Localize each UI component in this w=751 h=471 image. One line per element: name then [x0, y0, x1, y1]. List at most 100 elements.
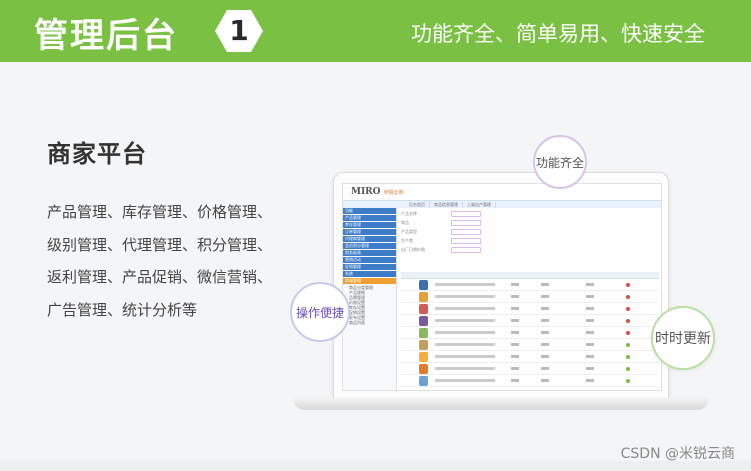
- screen-tab: 上架出产管理: [463, 201, 496, 208]
- table-cell: [541, 379, 549, 382]
- product-thumb: [419, 340, 428, 350]
- table-row: [401, 351, 659, 363]
- table-cell: [511, 319, 519, 322]
- table-cell: [511, 379, 519, 382]
- table-cell: [586, 283, 594, 286]
- screen-form-row: 产品名称: [401, 210, 659, 218]
- header-banner: 管理后台 1 功能齐全、简单易用、快速安全: [0, 0, 751, 62]
- bubble-functions: 功能齐全: [533, 135, 587, 189]
- screen-logo-sub: 米锐云商: [383, 189, 404, 196]
- table-cell: [586, 319, 594, 322]
- table-cell: [541, 343, 549, 346]
- product-thumb: [419, 376, 428, 386]
- table-row: [401, 291, 659, 303]
- table-header: [401, 272, 659, 279]
- table-cell: [511, 355, 519, 358]
- screen-sidebar-item: 营销活动: [343, 257, 396, 263]
- screen-form-label: 产品类型: [401, 229, 417, 234]
- product-name-cell: [435, 331, 495, 334]
- feature-line: 产品管理、库存管理、价格管理、: [47, 203, 273, 221]
- feature-list: 产品管理、库存管理、价格管理、 级别管理、代理管理、积分管理、 返利管理、产品促…: [47, 196, 297, 326]
- status-dot: [626, 283, 630, 287]
- bubble-operation: 操作便捷: [290, 282, 350, 342]
- screen-sidebar-item: 订单管理: [343, 229, 396, 235]
- product-name-cell: [435, 307, 495, 310]
- screen-table: [401, 272, 659, 387]
- bubble-realtime: 时时更新: [651, 306, 715, 370]
- screen-form-row: 出厂日期价格: [401, 246, 659, 254]
- table-cell: [586, 379, 594, 382]
- table-row: [401, 375, 659, 387]
- watermark: CSDN @米锐云商: [620, 446, 735, 462]
- table-cell: [586, 367, 594, 370]
- status-dot: [626, 343, 630, 347]
- screen-sidebar-item: 系统: [343, 271, 396, 277]
- screen-form-label: 出厂日期价格: [401, 247, 425, 252]
- screen-topbar: MIRO 米锐云商: [343, 184, 661, 200]
- screen-sidebar-item: 会员积分管理: [343, 243, 396, 249]
- screen-sidebar-item: 促销管理: [343, 264, 396, 270]
- screen-form-row: 生产商: [401, 237, 659, 245]
- laptop-mockup: MIRO 米锐云商 后台首页 商品信息管理 上架出产管理 功能 产品管理 库存管理订…: [333, 172, 669, 400]
- table-cell: [511, 307, 519, 310]
- screen-main: 产品名称商品产品类型生产商出厂日期价格: [401, 210, 659, 390]
- feature-line: 级别管理、代理管理、积分管理、: [47, 235, 273, 254]
- table-row: [401, 363, 659, 375]
- table-row: [401, 327, 659, 339]
- screen-form-input: [451, 220, 481, 226]
- screen-logo: MIRO: [351, 187, 381, 197]
- feature-line: 广告管理、统计分析等: [47, 300, 198, 319]
- table-row: [401, 279, 659, 291]
- table-cell: [586, 355, 594, 358]
- screen-form-input: [451, 229, 481, 235]
- screen-tab: 商品信息管理: [430, 201, 463, 208]
- step-badge: 1: [215, 10, 263, 52]
- table-cell: [541, 295, 549, 298]
- status-dot: [626, 379, 630, 383]
- section-title: 商家平台: [47, 140, 147, 168]
- table-cell: [541, 355, 549, 358]
- laptop-base: [293, 398, 709, 410]
- screen-sidebar-item: 产品管理: [343, 215, 396, 221]
- screen-tabs: 后台首页 商品信息管理 上架出产管理: [343, 200, 661, 208]
- table-cell: [511, 367, 519, 370]
- table-cell: [541, 367, 549, 370]
- header-slogan: 功能齐全、简单易用、快速安全: [411, 22, 705, 46]
- feature-line: 返利管理、产品促销、微信营销、: [47, 268, 273, 286]
- product-name-cell: [435, 367, 495, 370]
- screen-sidebar-item: 商城管理: [343, 278, 396, 284]
- table-cell: [541, 283, 549, 286]
- screen-form-row: 商品: [401, 219, 659, 227]
- table-row: [401, 339, 659, 351]
- screen-form: 产品名称商品产品类型生产商出厂日期价格: [401, 210, 659, 254]
- screen-sidebar-item: 代理商管理: [343, 236, 396, 242]
- table-row: [401, 303, 659, 315]
- status-dot: [626, 355, 630, 359]
- table-cell: [541, 331, 549, 334]
- product-thumb: [419, 304, 428, 314]
- table-cell: [541, 307, 549, 310]
- product-name-cell: [435, 355, 495, 358]
- screen-form-label: 商品: [401, 220, 409, 225]
- screen-form-label: 生产商: [401, 238, 413, 243]
- table-cell: [511, 331, 519, 334]
- table-cell: [586, 307, 594, 310]
- product-thumb: [419, 292, 428, 302]
- table-cell: [586, 295, 594, 298]
- table-cell: [541, 319, 549, 322]
- product-name-cell: [435, 319, 495, 322]
- status-dot: [626, 331, 630, 335]
- laptop-screen: MIRO 米锐云商 后台首页 商品信息管理 上架出产管理 功能 产品管理 库存管理订…: [342, 183, 662, 391]
- status-dot: [626, 295, 630, 299]
- page-title: 管理后台: [34, 16, 178, 56]
- screen-form-row: 产品类型: [401, 228, 659, 236]
- product-name-cell: [435, 283, 495, 286]
- product-thumb: [419, 316, 428, 326]
- product-name-cell: [435, 343, 495, 346]
- table-cell: [511, 295, 519, 298]
- product-thumb: [419, 280, 428, 290]
- table-cell: [511, 283, 519, 286]
- product-thumb: [419, 328, 428, 338]
- screen-sidebar-subitem: 商品列表: [349, 320, 365, 325]
- screen-sidebar: 功能 产品管理 库存管理 订单管理 代理商管理 会员积分管理 财务报表 营销活动 促销管理 系统商…: [343, 208, 397, 390]
